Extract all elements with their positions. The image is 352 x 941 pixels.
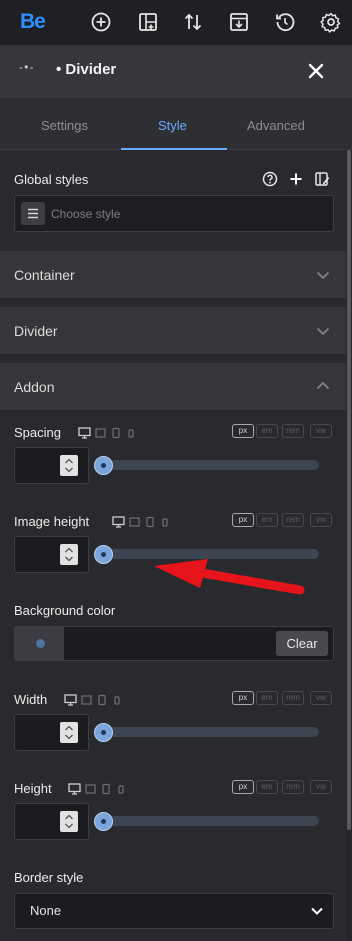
unit-px[interactable]: px — [232, 513, 254, 527]
border-style-select[interactable] — [14, 893, 334, 929]
global-styles-label: Global styles — [14, 172, 89, 187]
color-picker-icon — [36, 639, 45, 648]
laptop-icon[interactable] — [85, 783, 96, 795]
add-circle-icon[interactable] — [90, 11, 112, 33]
stepper-icon[interactable] — [60, 811, 78, 832]
spacing-slider-handle[interactable] — [94, 456, 113, 475]
desktop-icon[interactable] — [112, 516, 125, 528]
laptop-icon[interactable] — [81, 694, 92, 706]
element-header — [0, 45, 352, 98]
unit-px[interactable]: px — [232, 691, 254, 705]
help-icon[interactable] — [262, 171, 278, 187]
tab-settings[interactable]: Settings — [41, 118, 88, 133]
divider-element-icon: -•- — [19, 61, 34, 74]
unit-vw[interactable]: vw — [310, 780, 332, 794]
active-tab-indicator — [121, 148, 227, 150]
history-icon[interactable] — [274, 11, 296, 33]
unit-px[interactable]: px — [232, 780, 254, 794]
desktop-icon[interactable] — [78, 427, 91, 439]
border-style-value: None — [30, 903, 62, 918]
height-slider-handle[interactable] — [94, 812, 113, 831]
unit-em[interactable]: em — [256, 513, 278, 527]
chevron-down-icon[interactable] — [310, 903, 324, 917]
width-label: Width — [14, 692, 48, 707]
be-logo[interactable]: Be — [20, 10, 46, 34]
desktop-icon[interactable] — [68, 783, 81, 795]
layout-grid-add-icon[interactable] — [137, 11, 159, 33]
laptop-icon[interactable] — [95, 427, 106, 439]
top-toolbar — [0, 0, 352, 45]
tablet-icon[interactable] — [146, 516, 154, 528]
add-style-icon[interactable] — [288, 171, 304, 187]
tab-advanced[interactable]: Advanced — [247, 118, 305, 133]
unit-em[interactable]: em — [256, 424, 278, 438]
border-style-label: Border style — [14, 870, 84, 885]
download-layout-icon[interactable] — [228, 11, 250, 33]
chevron-up-icon[interactable] — [315, 378, 331, 394]
height-slider-track[interactable] — [101, 816, 319, 826]
unit-vw[interactable]: vw — [310, 691, 332, 705]
section-container-label: Container — [14, 267, 75, 283]
tablet-icon[interactable] — [102, 783, 110, 795]
unit-em[interactable]: em — [256, 780, 278, 794]
stepper-icon[interactable] — [60, 722, 78, 743]
tablet-icon[interactable] — [98, 694, 106, 706]
scrollbar-thumb[interactable] — [347, 150, 351, 830]
edit-style-icon[interactable] — [314, 171, 330, 187]
desktop-icon[interactable] — [64, 694, 77, 706]
stepper-icon[interactable] — [60, 544, 78, 565]
unit-rem[interactable]: rem — [282, 513, 304, 527]
unit-px[interactable]: px — [232, 424, 254, 438]
unit-rem[interactable]: rem — [282, 780, 304, 794]
height-label: Height — [14, 781, 52, 796]
section-addon-label: Addon — [14, 379, 55, 395]
gear-icon[interactable] — [320, 11, 342, 33]
mobile-icon[interactable] — [162, 516, 168, 528]
unit-rem[interactable]: rem — [282, 424, 304, 438]
style-list-icon — [21, 202, 45, 225]
choose-style-placeholder: Choose style — [51, 207, 121, 221]
background-color-label: Background color — [14, 603, 116, 618]
chevron-down-icon[interactable] — [315, 267, 331, 283]
element-title: • Divider — [56, 61, 117, 78]
image-height-slider-handle[interactable] — [94, 545, 113, 564]
mobile-icon[interactable] — [128, 427, 134, 439]
unit-vw[interactable]: vw — [310, 424, 332, 438]
chevron-down-icon[interactable] — [315, 323, 331, 339]
close-icon[interactable] — [306, 61, 326, 81]
unit-rem[interactable]: rem — [282, 691, 304, 705]
laptop-icon[interactable] — [129, 516, 140, 528]
unit-vw[interactable]: vw — [310, 513, 332, 527]
sort-arrows-icon[interactable] — [182, 11, 204, 33]
red-arrow-annotation — [150, 556, 306, 598]
unit-em[interactable]: em — [256, 691, 278, 705]
image-height-label: Image height — [14, 514, 90, 529]
mobile-icon[interactable] — [118, 783, 124, 795]
clear-color-button[interactable]: Clear — [276, 631, 328, 656]
spacing-label: Spacing — [14, 425, 61, 440]
tablet-icon[interactable] — [112, 427, 120, 439]
spacing-slider-track[interactable] — [101, 460, 319, 470]
width-slider-handle[interactable] — [94, 723, 113, 742]
mobile-icon[interactable] — [114, 694, 120, 706]
section-divider-label: Divider — [14, 323, 58, 339]
stepper-icon[interactable] — [60, 455, 78, 476]
tab-style[interactable]: Style — [158, 118, 187, 133]
width-slider-track[interactable] — [101, 727, 319, 737]
